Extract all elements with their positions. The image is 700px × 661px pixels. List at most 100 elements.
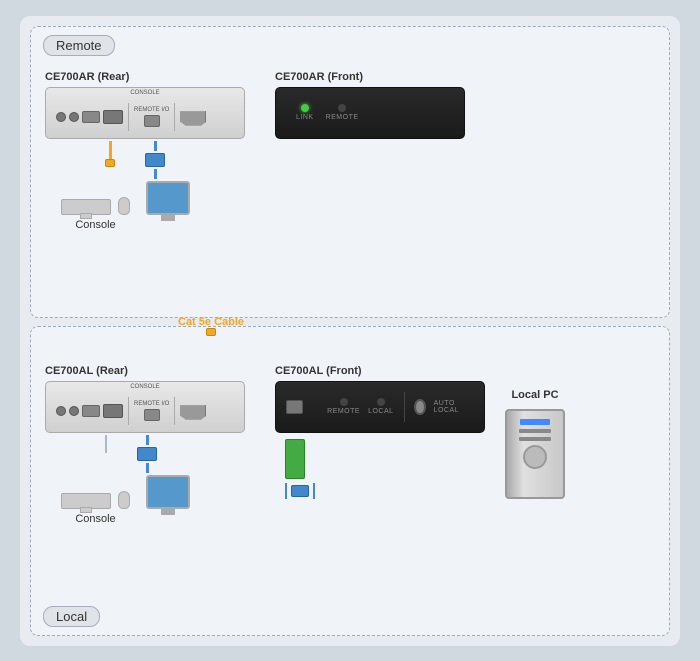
pc-wire-2 bbox=[313, 483, 315, 499]
local-wire-down-1 bbox=[105, 435, 107, 453]
divider-1 bbox=[128, 103, 129, 131]
local-led-local bbox=[377, 398, 385, 406]
local-rear-group: CE700AL (Rear) CONSOLE REMOTE I/O bbox=[45, 365, 245, 525]
cable-connector-bottom bbox=[206, 328, 216, 336]
port-hdmi-1 bbox=[103, 110, 123, 124]
remote-wire-row bbox=[45, 141, 165, 179]
local-led-remote-label: REMOTE bbox=[327, 408, 360, 415]
local-port-rj45 bbox=[144, 409, 160, 421]
local-led-remote bbox=[340, 398, 348, 406]
led-link bbox=[301, 104, 309, 112]
local-led-remote-group: REMOTE bbox=[327, 398, 360, 415]
local-led-local-label: LOCAL bbox=[368, 408, 393, 415]
local-monitor-group bbox=[146, 475, 190, 509]
remote-section: Remote CE700AR (Rear) CONSOLE REMOTE I/O bbox=[30, 26, 670, 318]
local-label: Local bbox=[43, 606, 100, 627]
local-led-auto-label: AUTO LOCAL bbox=[434, 400, 464, 414]
main-container: Remote CE700AR (Rear) CONSOLE REMOTE I/O bbox=[20, 16, 680, 646]
port-vga-1 bbox=[180, 108, 206, 126]
local-peripherals: Console bbox=[45, 475, 190, 525]
port-usb-1 bbox=[82, 111, 100, 123]
remote-io-label: REMOTE I/O bbox=[134, 107, 169, 113]
local-wire-row bbox=[45, 435, 157, 473]
green-connector-group bbox=[275, 439, 315, 499]
local-rear-console-label: CONSOLE bbox=[130, 384, 159, 390]
blue-wire-local-top bbox=[146, 435, 149, 445]
local-front-vga bbox=[286, 400, 303, 414]
pc-drive-1 bbox=[519, 429, 551, 433]
remote-front-label: CE700AR (Front) bbox=[275, 71, 363, 83]
led-link-group: LINK bbox=[296, 104, 314, 121]
divider-2 bbox=[174, 103, 175, 131]
local-port-usb-1 bbox=[82, 405, 100, 417]
local-divider-2 bbox=[174, 397, 175, 425]
remote-front-leds: LINK REMOTE bbox=[286, 104, 369, 121]
local-section: CE700AL (Rear) CONSOLE REMOTE I/O bbox=[30, 326, 670, 636]
kvm-connector-remote bbox=[145, 153, 165, 167]
local-console-group: Console bbox=[61, 491, 130, 525]
port-rj45-remote bbox=[144, 115, 160, 127]
remote-front-group: CE700AR (Front) LINK REMOTE bbox=[275, 71, 465, 139]
port-ps2-2 bbox=[69, 112, 79, 122]
local-divider-1 bbox=[128, 397, 129, 425]
green-connector bbox=[285, 439, 305, 479]
blue-wire-remote-bottom bbox=[154, 169, 157, 179]
remote-rear-device: CONSOLE REMOTE I/O bbox=[45, 87, 245, 139]
led-link-label: LINK bbox=[296, 114, 314, 121]
cable-connector-top bbox=[105, 159, 115, 167]
led-remote-label: REMOTE bbox=[326, 114, 359, 121]
monitor-icon-remote bbox=[146, 181, 190, 215]
rear-console-label: CONSOLE bbox=[130, 90, 159, 96]
cable-and-local: Cat 5e Cable CE700AL (Rear) CONSOLE bbox=[30, 326, 670, 636]
local-wire-col1 bbox=[105, 435, 107, 473]
remote-rear-label: CE700AR (Rear) bbox=[45, 71, 129, 83]
orange-wire-top bbox=[109, 141, 112, 159]
local-content-row: CE700AL (Rear) CONSOLE REMOTE I/O bbox=[45, 365, 655, 525]
mouse-icon-remote bbox=[118, 197, 130, 215]
kvm-connector-local bbox=[137, 447, 157, 461]
local-front-device: REMOTE LOCAL AUTO LOCAL bbox=[275, 381, 485, 433]
local-rear-device: CONSOLE REMOTE I/O bbox=[45, 381, 245, 433]
local-front-button[interactable] bbox=[414, 399, 425, 415]
local-right-group: CE700AL (Front) REMOTE bbox=[275, 365, 565, 499]
monitor-icon-local bbox=[146, 475, 190, 509]
remote-console-group: Console bbox=[61, 197, 130, 231]
keyboard-icon-local bbox=[61, 493, 111, 509]
local-port-ps2-1 bbox=[56, 406, 66, 416]
local-pc-group: Local PC bbox=[505, 389, 565, 499]
blue-connector-col-local bbox=[137, 435, 157, 473]
led-remote-group: REMOTE bbox=[326, 104, 359, 121]
remote-console-label: Console bbox=[75, 219, 115, 231]
local-remote-io-label: REMOTE I/O bbox=[134, 401, 169, 407]
remote-front-device: LINK REMOTE bbox=[275, 87, 465, 139]
local-port-ps2-2 bbox=[69, 406, 79, 416]
local-rear-label: CE700AL (Rear) bbox=[45, 365, 128, 377]
local-port-vga bbox=[180, 402, 206, 420]
local-led-local-group: LOCAL bbox=[368, 398, 393, 415]
local-front-group: CE700AL (Front) REMOTE bbox=[275, 365, 485, 499]
remote-peripherals: Console bbox=[45, 181, 190, 231]
port-ps2-1 bbox=[56, 112, 66, 122]
local-pc-label: Local PC bbox=[511, 389, 558, 401]
blue-wire-remote-top bbox=[154, 141, 157, 151]
local-console-label: Console bbox=[75, 513, 115, 525]
cat5-label: Cat 5e Cable bbox=[178, 316, 244, 328]
pc-drive-2 bbox=[519, 437, 551, 441]
remote-label: Remote bbox=[43, 35, 115, 56]
keyboard-icon-remote bbox=[61, 199, 111, 215]
mouse-icon-local bbox=[118, 491, 130, 509]
orange-cable-col bbox=[105, 141, 115, 179]
pc-kvm-connector bbox=[291, 485, 309, 497]
local-front-label: CE700AL (Front) bbox=[275, 365, 362, 377]
local-front-leds: REMOTE LOCAL AUTO LOCAL bbox=[317, 392, 474, 422]
cat5-cable-group: Cat 5e Cable bbox=[178, 316, 244, 336]
local-port-hdmi-1 bbox=[103, 404, 123, 418]
pc-wire-1 bbox=[285, 483, 287, 499]
pc-wires bbox=[285, 483, 315, 499]
blue-connector-col-remote bbox=[145, 141, 165, 179]
remote-monitor-group bbox=[146, 181, 190, 215]
pc-tower bbox=[505, 409, 565, 499]
local-front-divider bbox=[404, 392, 405, 422]
led-remote bbox=[338, 104, 346, 112]
blue-wire-local-bottom bbox=[146, 463, 149, 473]
